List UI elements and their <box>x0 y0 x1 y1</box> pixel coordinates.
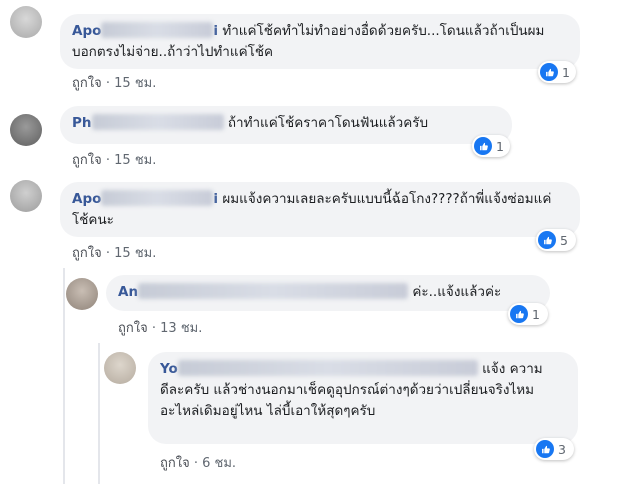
like-icon <box>510 305 528 323</box>
reaction-counter[interactable]: 1 <box>472 135 510 157</box>
comment-bubble: Ph ถ้าทำแค่โช้คราคาโดนฟันแล้วครับ <box>60 106 512 144</box>
comment-bubble: Yo แจ้ง ความดีละครับ แล้วช่างนอกมาเช็คดู… <box>148 352 578 444</box>
like-icon <box>540 63 558 81</box>
timestamp[interactable]: 15 ชม. <box>114 76 156 91</box>
comment-actions: ถูกใจ · 13 ชม. <box>118 321 203 336</box>
comment-text: ค่ะ..แจ้งแล้วค่ะ <box>412 284 502 300</box>
comment-actions: ถูกใจ · 6 ชม. <box>160 456 237 471</box>
reaction-counter[interactable]: 1 <box>508 303 548 325</box>
like-link[interactable]: ถูกใจ <box>160 456 190 471</box>
comment-bubble: Apo i ทำแค่โช้คทำไม่ทำอย่างอื่ดด้วยครับ..… <box>60 14 580 69</box>
comment-author[interactable]: Apo i <box>72 190 218 207</box>
like-icon <box>538 231 556 249</box>
reply-thread-line <box>98 343 100 484</box>
like-link[interactable]: ถูกใจ <box>72 76 102 91</box>
like-icon <box>536 440 554 458</box>
timestamp[interactable]: 6 ชม. <box>202 456 236 471</box>
comment-actions: ถูกใจ · 15 ชม. <box>72 246 157 261</box>
comment-actions: ถูกใจ · 15 ชม. <box>72 76 157 91</box>
like-icon <box>474 137 492 155</box>
like-link[interactable]: ถูกใจ <box>72 246 102 261</box>
timestamp[interactable]: 15 ชม. <box>114 246 156 261</box>
comment-bubble: Apo i ผมแจ้งความเลยละครับแบบนี้ฉ้อโกง????… <box>60 182 580 237</box>
avatar[interactable] <box>10 6 42 38</box>
reaction-counter[interactable]: 1 <box>538 61 576 83</box>
like-link[interactable]: ถูกใจ <box>72 153 102 168</box>
avatar[interactable] <box>10 114 42 146</box>
like-link[interactable]: ถูกใจ <box>118 321 148 336</box>
timestamp[interactable]: 15 ชม. <box>114 153 156 168</box>
reaction-counter[interactable]: 5 <box>536 229 576 251</box>
reply-thread-line <box>63 268 65 484</box>
comment-actions: ถูกใจ · 15 ชม. <box>72 153 157 168</box>
comment-text-start: แจ้ง <box>482 361 506 377</box>
comment-author[interactable]: Apo i <box>72 22 218 39</box>
comment-author[interactable]: An <box>118 283 409 300</box>
reaction-counter[interactable]: 3 <box>534 438 574 460</box>
comment-bubble: An ค่ะ..แจ้งแล้วค่ะ <box>106 275 550 311</box>
avatar[interactable] <box>104 352 136 384</box>
avatar[interactable] <box>10 180 42 212</box>
comment-author[interactable]: Ph <box>72 114 224 131</box>
avatar[interactable] <box>66 278 98 310</box>
comment-text: ถ้าทำแค่โช้คราคาโดนฟันแล้วครับ <box>227 115 429 131</box>
timestamp[interactable]: 13 ชม. <box>160 321 202 336</box>
comment-author[interactable]: Yo <box>160 360 478 377</box>
